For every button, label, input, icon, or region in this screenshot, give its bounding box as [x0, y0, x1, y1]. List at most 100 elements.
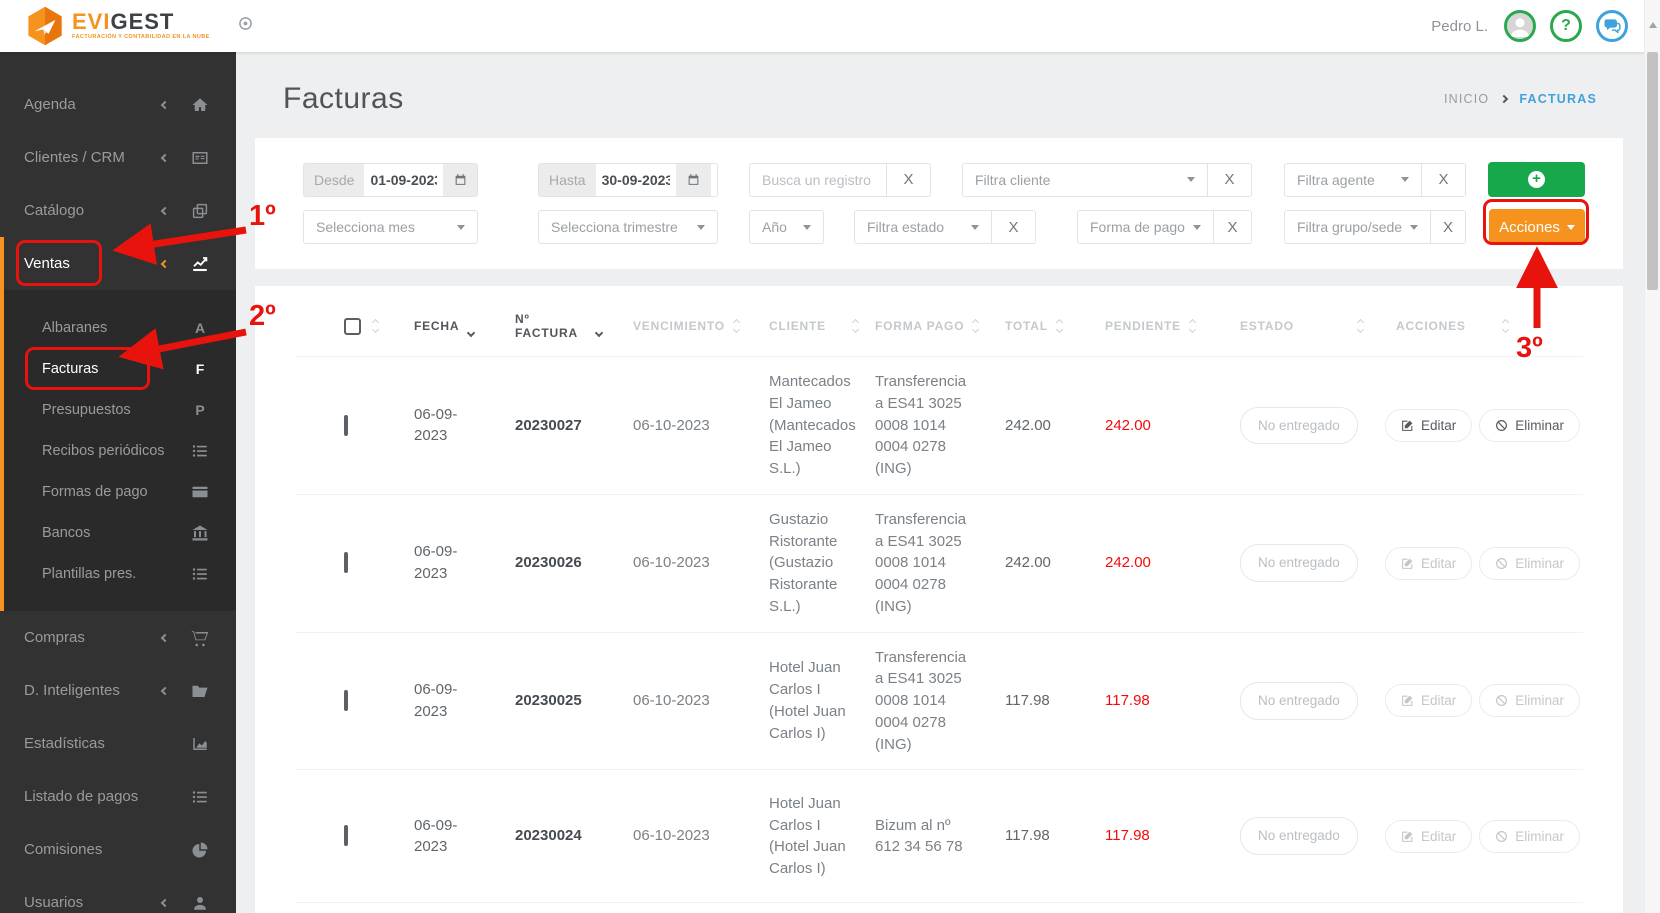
header-estado[interactable]: ESTADO: [1185, 318, 1375, 334]
target-icon[interactable]: [238, 16, 253, 36]
list-icon: [190, 442, 210, 460]
clear-payment-button[interactable]: X: [1212, 211, 1251, 243]
sidebar-item-d-inteligentes[interactable]: D. Inteligentes: [0, 664, 236, 717]
delete-button[interactable]: Eliminar: [1479, 684, 1581, 718]
submenu-item-formas-de-pago[interactable]: Formas de pago: [4, 471, 236, 512]
letter-p-icon: P: [195, 401, 205, 418]
header-fecha[interactable]: FECHA: [404, 316, 505, 338]
cell-pendiente: 242.00: [1105, 554, 1151, 572]
sidebar-item-ventas[interactable]: Ventas: [4, 237, 236, 290]
filter-status-select[interactable]: Filtra estado: [855, 211, 991, 243]
clear-status-button[interactable]: X: [991, 211, 1035, 243]
chat-button[interactable]: [1596, 10, 1628, 42]
edit-icon: [1402, 420, 1413, 431]
edit-button[interactable]: Editar: [1385, 819, 1473, 853]
sidebar-item-catalogo[interactable]: Catálogo: [0, 184, 236, 237]
caret-down-icon: [457, 224, 465, 230]
table-row: 06-09-2023 20230025 06-10-2023 Hotel Jua…: [295, 633, 1583, 771]
filter-group-site-group: Filtra grupo/sede X: [1284, 210, 1466, 244]
sidebar-item-agenda[interactable]: Agenda: [0, 78, 236, 131]
search-input[interactable]: [750, 163, 886, 196]
header-vencimiento[interactable]: VENCIMIENTO: [623, 318, 759, 334]
select-year[interactable]: Año: [749, 210, 824, 244]
sidebar-item-listado-de-pagos[interactable]: Listado de pagos: [0, 770, 236, 823]
status-badge: No entregado: [1240, 406, 1358, 445]
cell-vencimiento: 06-10-2023: [633, 554, 710, 572]
filter-payment-group: Forma de pago X: [1077, 210, 1252, 244]
sort-icon: [1356, 318, 1364, 334]
submenu-item-albaranes[interactable]: Albaranes A: [4, 307, 236, 348]
help-button[interactable]: [1550, 10, 1582, 42]
bank-icon: [190, 524, 210, 542]
filter-agent-select[interactable]: Filtra agente: [1285, 163, 1421, 196]
ban-icon: [1496, 695, 1508, 707]
header-cliente[interactable]: CLIENTE: [759, 318, 865, 334]
select-all-checkbox[interactable]: [344, 317, 361, 335]
row-checkbox[interactable]: [344, 825, 348, 847]
scroll-up-arrow-icon[interactable]: [1649, 22, 1657, 28]
status-badge: No entregado: [1240, 682, 1358, 720]
submenu-item-presupuestos[interactable]: Presupuestos P: [4, 389, 236, 430]
cell-cliente: Mantecados El Jameo (Mantecados El Jameo…: [769, 373, 856, 477]
calendar-button[interactable]: [675, 163, 711, 196]
header-pendiente[interactable]: PENDIENTE: [1085, 318, 1196, 334]
calendar-icon: [688, 174, 698, 185]
submenu-item-bancos[interactable]: Bancos: [4, 512, 236, 553]
acciones-button[interactable]: Acciones: [1489, 209, 1585, 245]
scrollbar-thumb[interactable]: [1647, 52, 1658, 290]
user-name[interactable]: Pedro L.: [1431, 18, 1488, 35]
search-group: X: [749, 162, 931, 197]
breadcrumb-inicio[interactable]: INICIO: [1444, 92, 1489, 106]
row-checkbox[interactable]: [344, 414, 348, 436]
chevron-left-icon: [160, 686, 170, 695]
clear-client-button[interactable]: X: [1207, 163, 1251, 196]
select-quarter[interactable]: Selecciona trimestre: [538, 210, 718, 244]
cell-n-factura: 20230026: [515, 554, 582, 572]
submenu-item-plantillas-pres[interactable]: Plantillas pres.: [4, 553, 236, 594]
caret-down-icon: [1566, 224, 1575, 230]
edit-icon: [1402, 696, 1413, 707]
letter-f-icon: F: [195, 360, 205, 377]
clear-group-site-button[interactable]: X: [1430, 211, 1465, 243]
date-to-input[interactable]: [595, 163, 676, 196]
filter-group-site-select[interactable]: Filtra grupo/sede: [1285, 211, 1431, 243]
delete-button[interactable]: Eliminar: [1479, 546, 1581, 580]
select-month[interactable]: Selecciona mes: [303, 210, 478, 244]
add-invoice-button[interactable]: [1488, 162, 1585, 197]
chevron-left-icon: [160, 206, 170, 215]
header-forma-pago[interactable]: FORMA PAGO: [865, 318, 995, 334]
edit-button[interactable]: Editar: [1385, 684, 1473, 718]
edit-button[interactable]: Editar: [1385, 408, 1473, 442]
sidebar-item-comisiones[interactable]: Comisiones: [0, 823, 236, 876]
sidebar-item-clientes-crm[interactable]: Clientes / CRM: [0, 131, 236, 184]
submenu-item-recibos-periodicos[interactable]: Recibos periódicos: [4, 430, 236, 471]
date-to-label: Hasta: [539, 163, 596, 196]
calendar-button[interactable]: [443, 163, 477, 196]
sidebar-item-compras[interactable]: Compras: [0, 611, 236, 664]
cell-n-factura: 20230027: [515, 416, 582, 434]
delete-button[interactable]: Eliminar: [1479, 819, 1581, 853]
brand-logo[interactable]: EVIGEST FACTURACIÓN Y CONTABILIDAD EN LA…: [24, 5, 210, 47]
ban-icon: [1496, 830, 1508, 842]
delete-button[interactable]: Eliminar: [1479, 408, 1581, 442]
row-checkbox[interactable]: [344, 690, 348, 711]
clear-agent-button[interactable]: X: [1421, 163, 1465, 196]
sort-icon[interactable]: [371, 318, 380, 334]
caret-down-icon: [1192, 224, 1201, 230]
date-from-input[interactable]: [364, 163, 444, 196]
user-avatar[interactable]: [1504, 10, 1536, 42]
row-checkbox[interactable]: [344, 552, 348, 574]
cell-vencimiento: 06-10-2023: [633, 692, 710, 709]
filter-client-select[interactable]: Filtra cliente: [963, 163, 1207, 196]
edit-button[interactable]: Editar: [1385, 546, 1473, 580]
clear-search-button[interactable]: X: [886, 163, 930, 196]
header-total[interactable]: TOTAL: [995, 318, 1085, 334]
caret-down-icon: [697, 224, 705, 230]
sidebar-item-usuarios[interactable]: Usuarios: [0, 876, 236, 913]
header-n-factura[interactable]: Nº FACTURA: [505, 312, 623, 340]
vertical-scrollbar[interactable]: [1644, 0, 1660, 913]
filter-payment-select[interactable]: Forma de pago: [1078, 211, 1213, 243]
submenu-item-facturas[interactable]: Facturas F: [4, 348, 236, 389]
header-acciones[interactable]: ACCIONES: [1375, 318, 1583, 334]
sidebar-item-estadisticas[interactable]: Estadísticas: [0, 717, 236, 770]
